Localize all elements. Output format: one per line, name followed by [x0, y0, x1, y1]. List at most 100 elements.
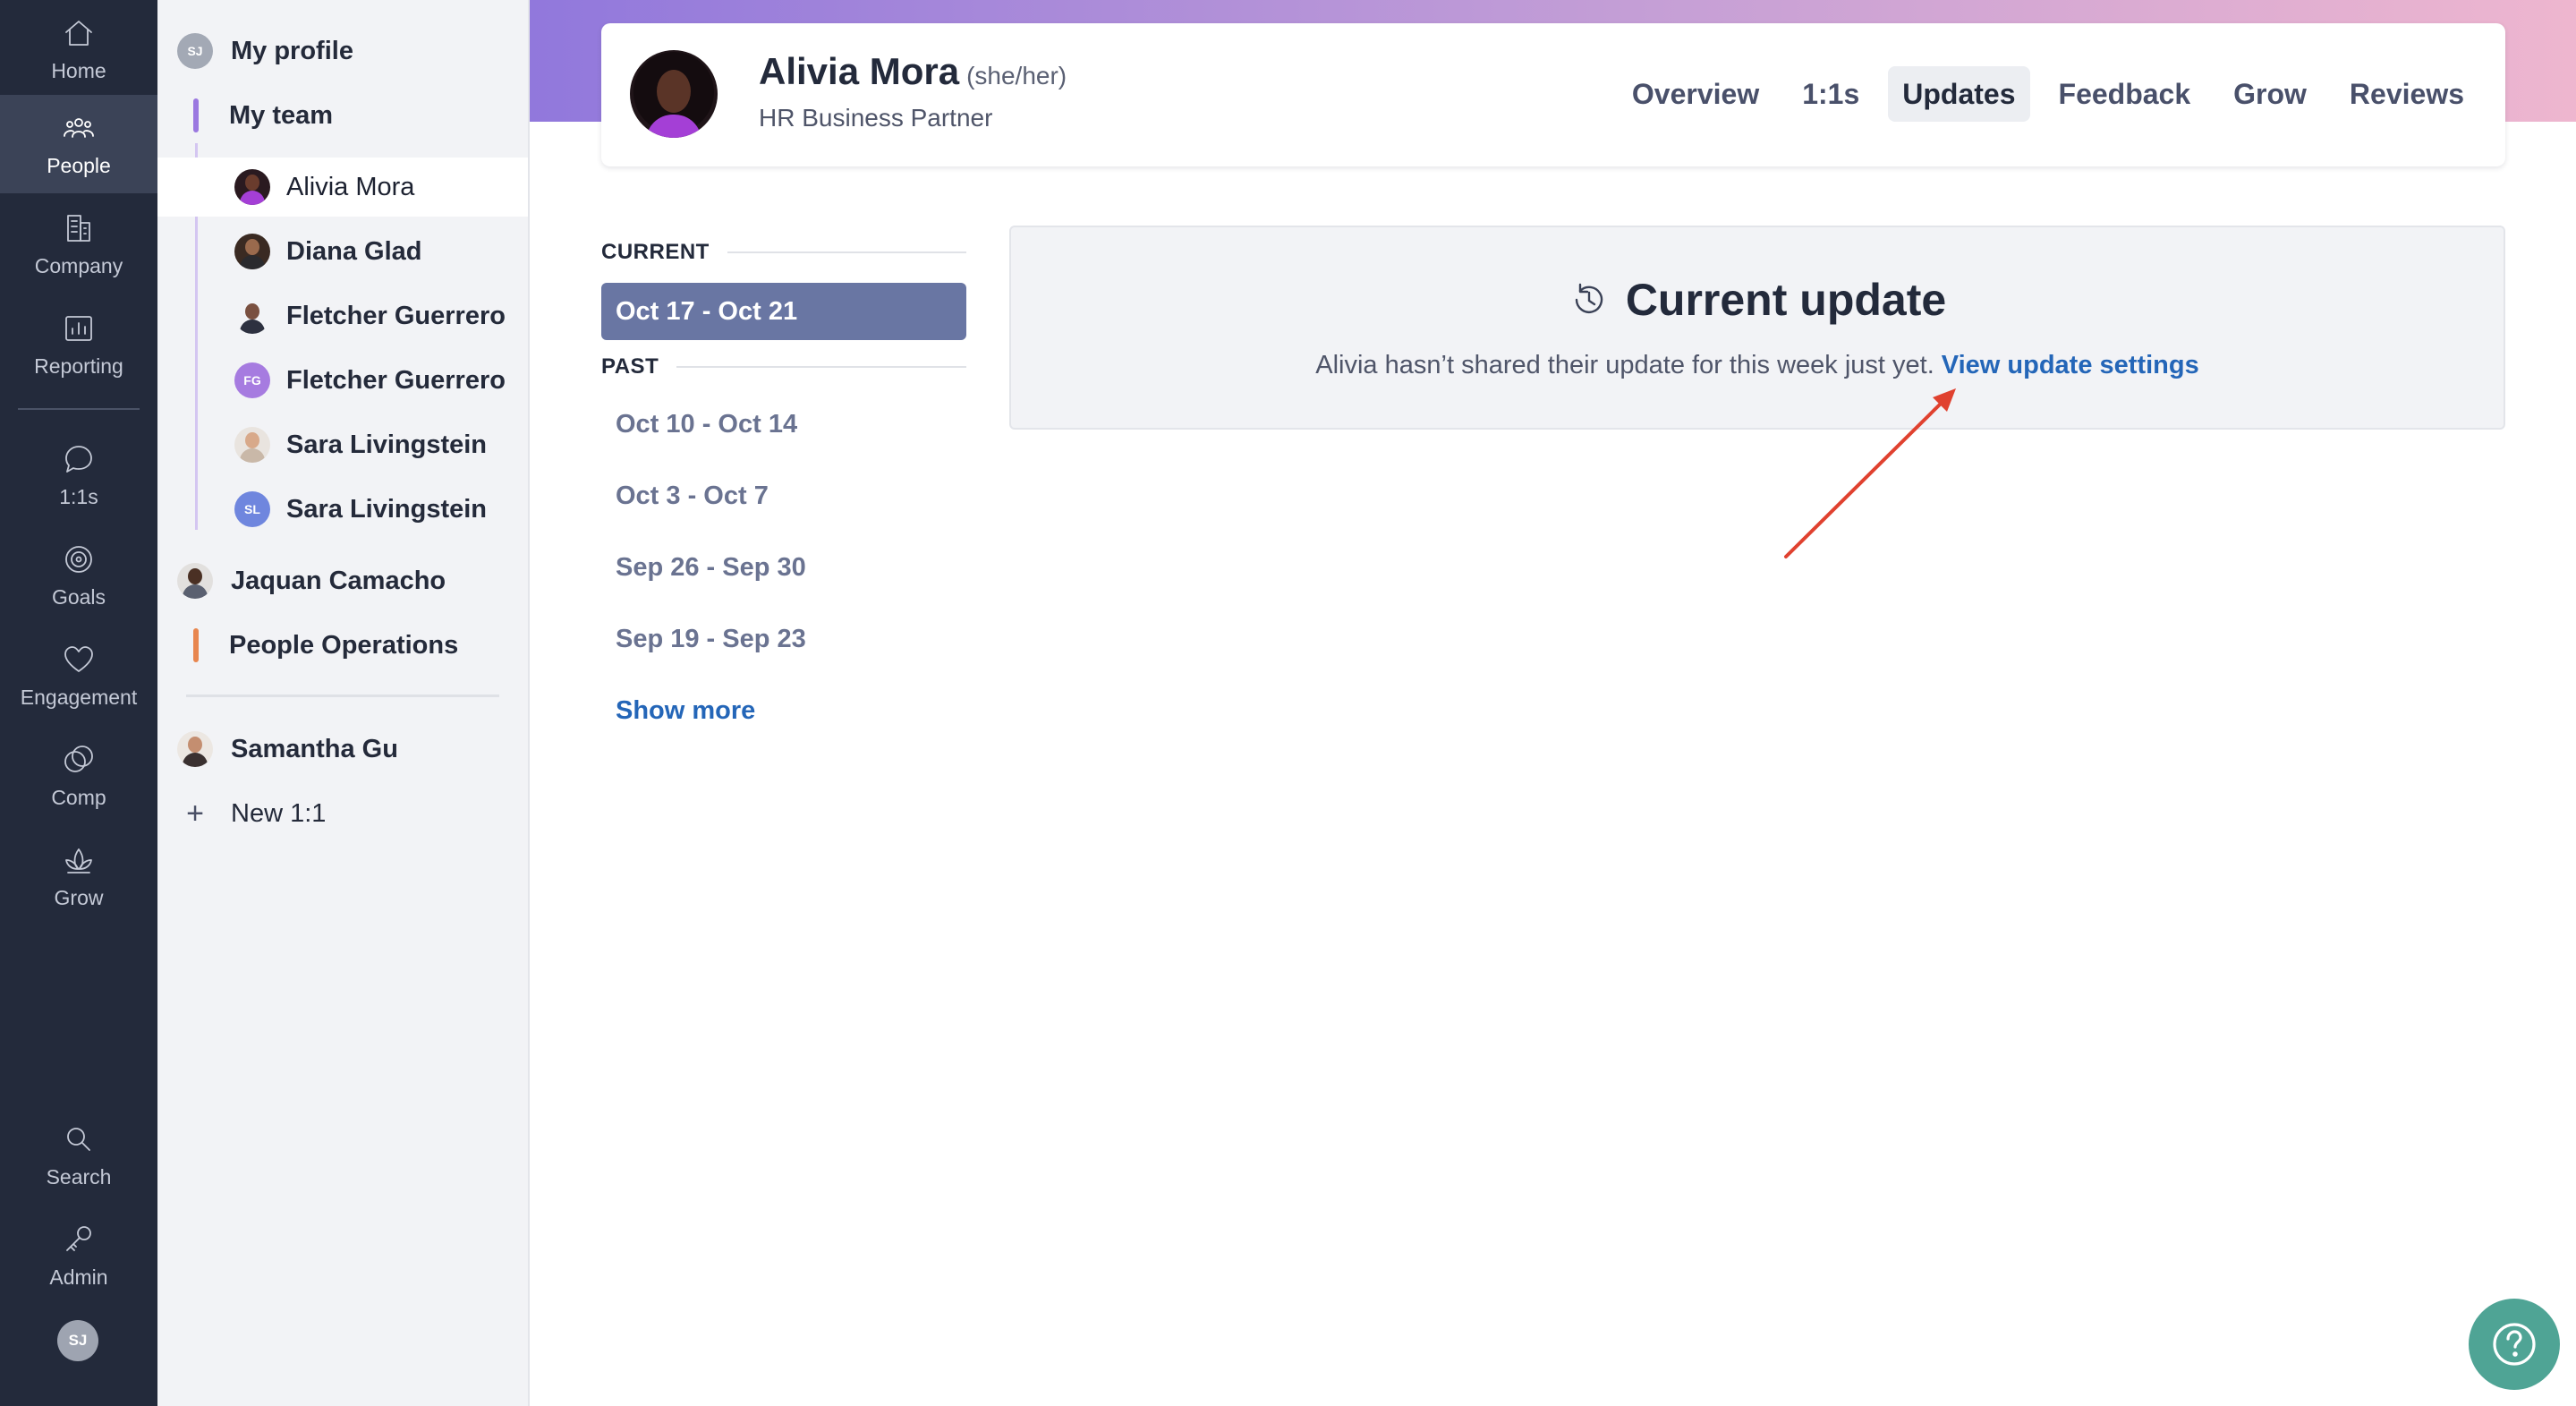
sidebar-item-alivia-mora[interactable]: Alivia Mora	[157, 158, 528, 217]
nav-search[interactable]: Search	[0, 1106, 157, 1205]
period-item[interactable]: Oct 10 - Oct 14	[616, 410, 797, 439]
sidebar-item-label: Sara Livingstein	[286, 494, 488, 524]
sidebar-item-label: My team	[229, 100, 334, 130]
current-update-message: Alivia hasn’t shared their update for th…	[1315, 351, 1934, 379]
period-current[interactable]: Oct 17 - Oct 21	[601, 283, 966, 340]
profile-tabs: Overview 1:1s Updates Feedback Grow Revi…	[1618, 66, 2478, 122]
past-section-heading: PAST	[601, 354, 966, 379]
chat-icon	[65, 446, 92, 473]
user-avatar[interactable]: SJ	[57, 1320, 98, 1361]
nav-goals-label: Goals	[51, 585, 106, 609]
sidebar-item-samantha-gu[interactable]: Samantha Gu	[157, 720, 528, 779]
sidebar-item-sara-livingstein[interactable]: Sara Livingstein	[157, 415, 528, 474]
profile-name-line: Alivia Mora (she/her)	[759, 50, 1067, 93]
plus-icon: +	[186, 796, 204, 831]
sidebar-item-label: My profile	[231, 36, 353, 65]
profile-header-card: Alivia Mora (she/her) HR Business Partner…	[601, 23, 2505, 166]
main-nav-rail: Home People Company Reporting 1:1s Goals…	[0, 0, 157, 1406]
nav-people[interactable]: People	[0, 95, 157, 193]
avatar	[234, 169, 270, 205]
profile-name: Alivia Mora	[759, 50, 960, 92]
nav-home-label: Home	[51, 59, 106, 82]
sidebar-item-label: Jaquan Camacho	[231, 566, 446, 595]
new-one-on-one-button[interactable]: + New 1:1	[157, 784, 528, 843]
sidebar-item-label: Samantha Gu	[231, 734, 398, 763]
coins-icon	[64, 746, 93, 772]
avatar	[177, 731, 213, 767]
nav-search-label: Search	[46, 1165, 112, 1189]
current-update-panel: Current update Alivia hasn’t shared thei…	[1009, 226, 2505, 430]
nav-engagement-label: Engagement	[20, 686, 138, 709]
sidebar-item-jaquan-camacho[interactable]: Jaquan Camacho	[157, 551, 528, 610]
tab-reviews[interactable]: Reviews	[2335, 66, 2478, 122]
key-icon	[66, 1226, 91, 1251]
lotus-icon	[65, 848, 92, 873]
avatar: SJ	[177, 33, 213, 69]
sidebar-item-label: Alivia Mora	[286, 172, 415, 201]
nav-admin[interactable]: Admin	[0, 1206, 157, 1305]
nav-one-on-ones-label: 1:1s	[59, 485, 98, 508]
help-button[interactable]	[2469, 1299, 2560, 1390]
sidebar-item-fletcher-guerrero[interactable]: Fletcher Guerrero	[157, 286, 528, 345]
nav-reporting-label: Reporting	[34, 354, 123, 378]
avatar	[234, 427, 270, 463]
question-icon	[2493, 1323, 2536, 1366]
profile-pronouns: (she/her)	[966, 62, 1067, 89]
nav-company-label: Company	[34, 254, 123, 277]
tab-updates[interactable]: Updates	[1888, 66, 2030, 122]
avatar: SL	[234, 491, 270, 527]
reporting-icon	[65, 316, 92, 341]
tab-grow[interactable]: Grow	[2219, 66, 2321, 122]
avatar	[234, 234, 270, 269]
period-item[interactable]: Sep 26 - Sep 30	[616, 553, 806, 583]
target-icon	[65, 546, 92, 573]
past-section-label: PAST	[601, 354, 659, 379]
company-icon	[67, 215, 90, 242]
sidebar-item-fletcher-guerrero-2[interactable]: FG Fletcher Guerrero	[157, 351, 528, 410]
sidebar-item-sara-livingstein-2[interactable]: SL Sara Livingstein	[157, 480, 528, 539]
sidebar-item-my-profile[interactable]: SJ My profile	[157, 21, 528, 81]
sidebar-item-my-team[interactable]: My team	[157, 86, 528, 145]
show-more-link[interactable]: Show more	[616, 696, 755, 726]
tab-one-on-ones[interactable]: 1:1s	[1788, 66, 1874, 122]
update-history-icon	[1575, 283, 1603, 313]
people-icon	[64, 118, 94, 138]
nav-engagement[interactable]: Engagement	[0, 626, 157, 725]
nav-goals[interactable]: Goals	[0, 526, 157, 625]
sidebar-item-label: Fletcher Guerrero	[286, 301, 506, 330]
home-icon	[65, 21, 92, 46]
nav-reporting[interactable]: Reporting	[0, 295, 157, 394]
people-sidebar: SJ My profile My team Alivia Mora Diana …	[157, 0, 530, 1406]
period-item[interactable]: Oct 3 - Oct 7	[616, 481, 769, 511]
period-item[interactable]: Sep 19 - Sep 23	[616, 625, 806, 654]
sidebar-item-label: Fletcher Guerrero	[286, 365, 506, 395]
profile-avatar	[630, 50, 718, 138]
nav-comp[interactable]: Comp	[0, 727, 157, 825]
nav-people-label: People	[47, 154, 111, 177]
nav-grow-label: Grow	[54, 886, 104, 909]
heart-icon	[64, 646, 93, 672]
current-section-heading: CURRENT	[601, 240, 966, 265]
tab-overview[interactable]: Overview	[1618, 66, 1773, 122]
current-update-title: Current update	[1625, 275, 1947, 325]
avatar: FG	[234, 362, 270, 398]
sidebar-item-label: Diana Glad	[286, 236, 422, 266]
nav-one-on-ones[interactable]: 1:1s	[0, 426, 157, 524]
current-update-message-line: Alivia hasn’t shared their update for th…	[1011, 351, 2504, 380]
nav-company[interactable]: Company	[0, 195, 157, 294]
search-icon	[67, 1128, 90, 1151]
sidebar-item-diana-glad[interactable]: Diana Glad	[157, 222, 528, 281]
nav-home[interactable]: Home	[0, 0, 157, 98]
new-one-on-one-label: New 1:1	[231, 798, 327, 828]
nav-grow[interactable]: Grow	[0, 827, 157, 925]
profile-role: HR Business Partner	[759, 104, 993, 132]
tab-feedback[interactable]: Feedback	[2045, 66, 2206, 122]
nav-divider	[18, 408, 140, 410]
sidebar-item-people-operations[interactable]: People Operations	[157, 616, 528, 675]
team-color-bar	[193, 628, 199, 662]
view-update-settings-link[interactable]: View update settings	[1942, 351, 2199, 379]
avatar	[177, 563, 213, 599]
current-section-label: CURRENT	[601, 240, 710, 264]
sidebar-item-label: People Operations	[229, 630, 459, 660]
avatar	[234, 298, 270, 334]
